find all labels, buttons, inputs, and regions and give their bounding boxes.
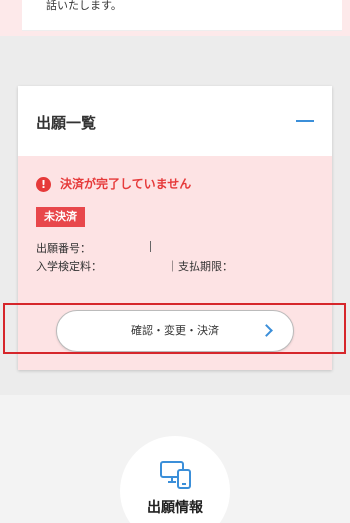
payment-deadline-label: ｜支払期限：: [167, 260, 233, 273]
alert-icon: !: [36, 177, 51, 192]
notice-text: 話いたします。: [46, 0, 122, 12]
application-number-label: 出願番号：: [36, 242, 91, 255]
collapse-icon[interactable]: [296, 120, 314, 122]
alert-text: 決済が完了していません: [60, 177, 192, 191]
fee-row: 入学検定料： ｜支払期限：: [36, 258, 233, 274]
card-title: 出願一覧: [36, 114, 97, 132]
notice-strip: 話いたします。: [0, 0, 350, 36]
exam-fee-label: 入学検定料：: [36, 260, 102, 273]
screen: 話いたします。 出願一覧 ! 決済が完了していません 未決済 出願番号： 入学検…: [0, 0, 350, 523]
section-title: 出願情報: [147, 500, 203, 516]
application-number-row: 出願番号：: [36, 240, 91, 256]
divider: [150, 241, 151, 252]
notice-box: 話いたします。: [22, 0, 342, 31]
card-header[interactable]: 出願一覧: [18, 86, 332, 156]
highlight-box: [3, 303, 346, 354]
device-icon: [160, 461, 191, 489]
status-badge: 未決済: [36, 207, 85, 227]
